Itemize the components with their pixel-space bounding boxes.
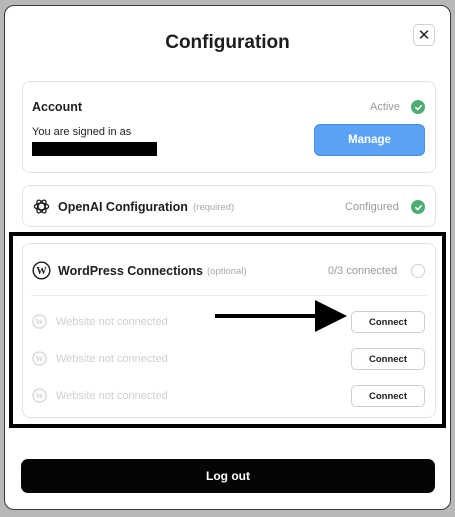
svg-text:W: W <box>35 317 43 326</box>
wordpress-logo-icon: W <box>32 261 51 280</box>
connect-button[interactable]: Connect <box>351 311 425 333</box>
pending-circle-icon <box>411 264 425 278</box>
check-circle-icon <box>411 100 425 114</box>
connect-button[interactable]: Connect <box>351 385 425 407</box>
svg-text:W: W <box>35 391 43 400</box>
redacted-email <box>32 142 157 156</box>
openai-label: OpenAI Configuration <box>58 200 188 214</box>
wordpress-status: 0/3 connected <box>328 265 398 277</box>
openai-status: Configured <box>345 201 399 213</box>
arrow-right-icon <box>215 300 347 332</box>
site-status-label: Website not connected <box>56 353 168 365</box>
wordpress-logo-icon: W <box>32 388 47 403</box>
wordpress-divider <box>31 295 427 296</box>
wordpress-optional-tag: (optional) <box>207 266 247 277</box>
wordpress-logo-icon: W <box>32 314 47 329</box>
check-circle-icon <box>411 200 425 214</box>
account-status: Active <box>370 101 400 113</box>
wordpress-logo-icon: W <box>32 351 47 366</box>
openai-logo-icon <box>33 199 50 214</box>
signed-in-text: You are signed in as <box>32 126 132 138</box>
openai-card: OpenAI Configuration (required) Configur… <box>22 185 436 227</box>
svg-text:W: W <box>35 354 43 363</box>
account-card: Account Active You are signed in as Mana… <box>22 81 436 173</box>
manage-button[interactable]: Manage <box>314 124 425 156</box>
connect-button[interactable]: Connect <box>351 348 425 370</box>
wordpress-site-row: W Website not connected Connect <box>23 385 435 409</box>
openai-required-tag: (required) <box>193 202 235 213</box>
wordpress-label: WordPress Connections <box>58 264 203 278</box>
site-status-label: Website not connected <box>56 390 168 402</box>
modal-title: Configuration <box>165 32 290 53</box>
configuration-modal: Configuration ✕ Account Active You are s… <box>4 5 451 510</box>
account-label: Account <box>32 100 82 114</box>
svg-text:W: W <box>36 266 47 277</box>
close-icon: ✕ <box>417 27 431 44</box>
site-status-label: Website not connected <box>56 316 168 328</box>
close-button[interactable]: ✕ <box>413 24 435 46</box>
wordpress-site-row: W Website not connected Connect <box>23 348 435 372</box>
logout-button[interactable]: Log out <box>21 459 435 493</box>
